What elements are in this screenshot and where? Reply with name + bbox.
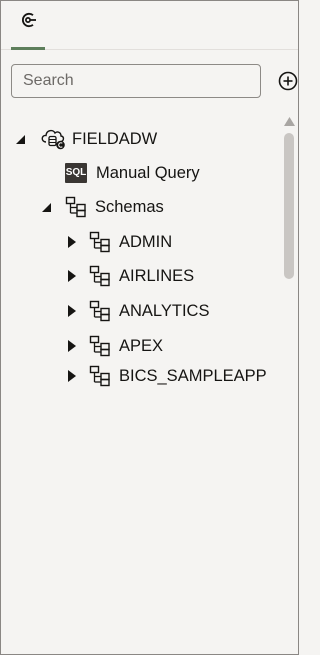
search-input[interactable] — [11, 64, 261, 98]
tree-node-manual-query[interactable]: SQL Manual Query — [65, 158, 200, 188]
tree-node-label: BICS_SAMPLEAPP — [119, 366, 267, 385]
schema-icon — [65, 196, 87, 218]
tree-node-schema-airlines[interactable]: AIRLINES — [63, 261, 194, 291]
schema-icon — [89, 365, 111, 387]
tree-node-fieldadw[interactable]: FIELDADW — [11, 124, 157, 154]
data-panel: FIELDADW SQL Manual Query — [0, 0, 299, 655]
connection-icon — [19, 1, 37, 29]
tree-node-schema-bics-sampleapp[interactable]: BICS_SAMPLEAPP — [63, 361, 267, 391]
plus-circle-icon — [278, 71, 298, 91]
tree-node-label: FIELDADW — [72, 129, 158, 148]
expand-triangle-icon[interactable] — [63, 296, 81, 326]
tree-node-label: Schemas — [95, 197, 164, 216]
expand-triangle-icon[interactable] — [63, 331, 81, 361]
sql-icon: SQL — [65, 163, 87, 183]
collapse-triangle-icon[interactable] — [37, 192, 55, 222]
tree-node-schema-analytics[interactable]: ANALYTICS — [63, 296, 209, 326]
vertical-scrollbar[interactable] — [281, 111, 298, 651]
collapse-triangle-icon[interactable] — [11, 124, 29, 154]
tree-node-label: AIRLINES — [119, 266, 195, 285]
schema-icon — [89, 265, 111, 287]
tree-node-label: APEX — [119, 336, 164, 355]
tree-node-label: ANALYTICS — [119, 301, 210, 320]
expand-triangle-icon[interactable] — [63, 227, 81, 257]
tree-node-label: Manual Query — [96, 163, 200, 182]
schema-icon — [89, 300, 111, 322]
schema-icon — [89, 335, 111, 357]
tree-node-schemas[interactable]: Schemas — [37, 192, 164, 222]
expand-triangle-icon[interactable] — [63, 361, 81, 391]
schema-icon — [89, 231, 111, 253]
tree-node-label: ADMIN — [119, 232, 173, 251]
scroll-up-arrow-icon[interactable] — [284, 113, 295, 131]
panel-tab-bar — [1, 1, 298, 50]
tree-node-schema-admin[interactable]: ADMIN — [63, 227, 172, 257]
cloud-database-icon — [39, 127, 69, 151]
sql-badge: SQL — [65, 163, 87, 183]
expand-triangle-icon[interactable] — [63, 261, 81, 291]
tree-node-schema-apex[interactable]: APEX — [63, 331, 163, 361]
scrollbar-thumb[interactable] — [284, 133, 294, 279]
tab-connections[interactable] — [11, 1, 45, 50]
add-button[interactable] — [277, 70, 299, 92]
